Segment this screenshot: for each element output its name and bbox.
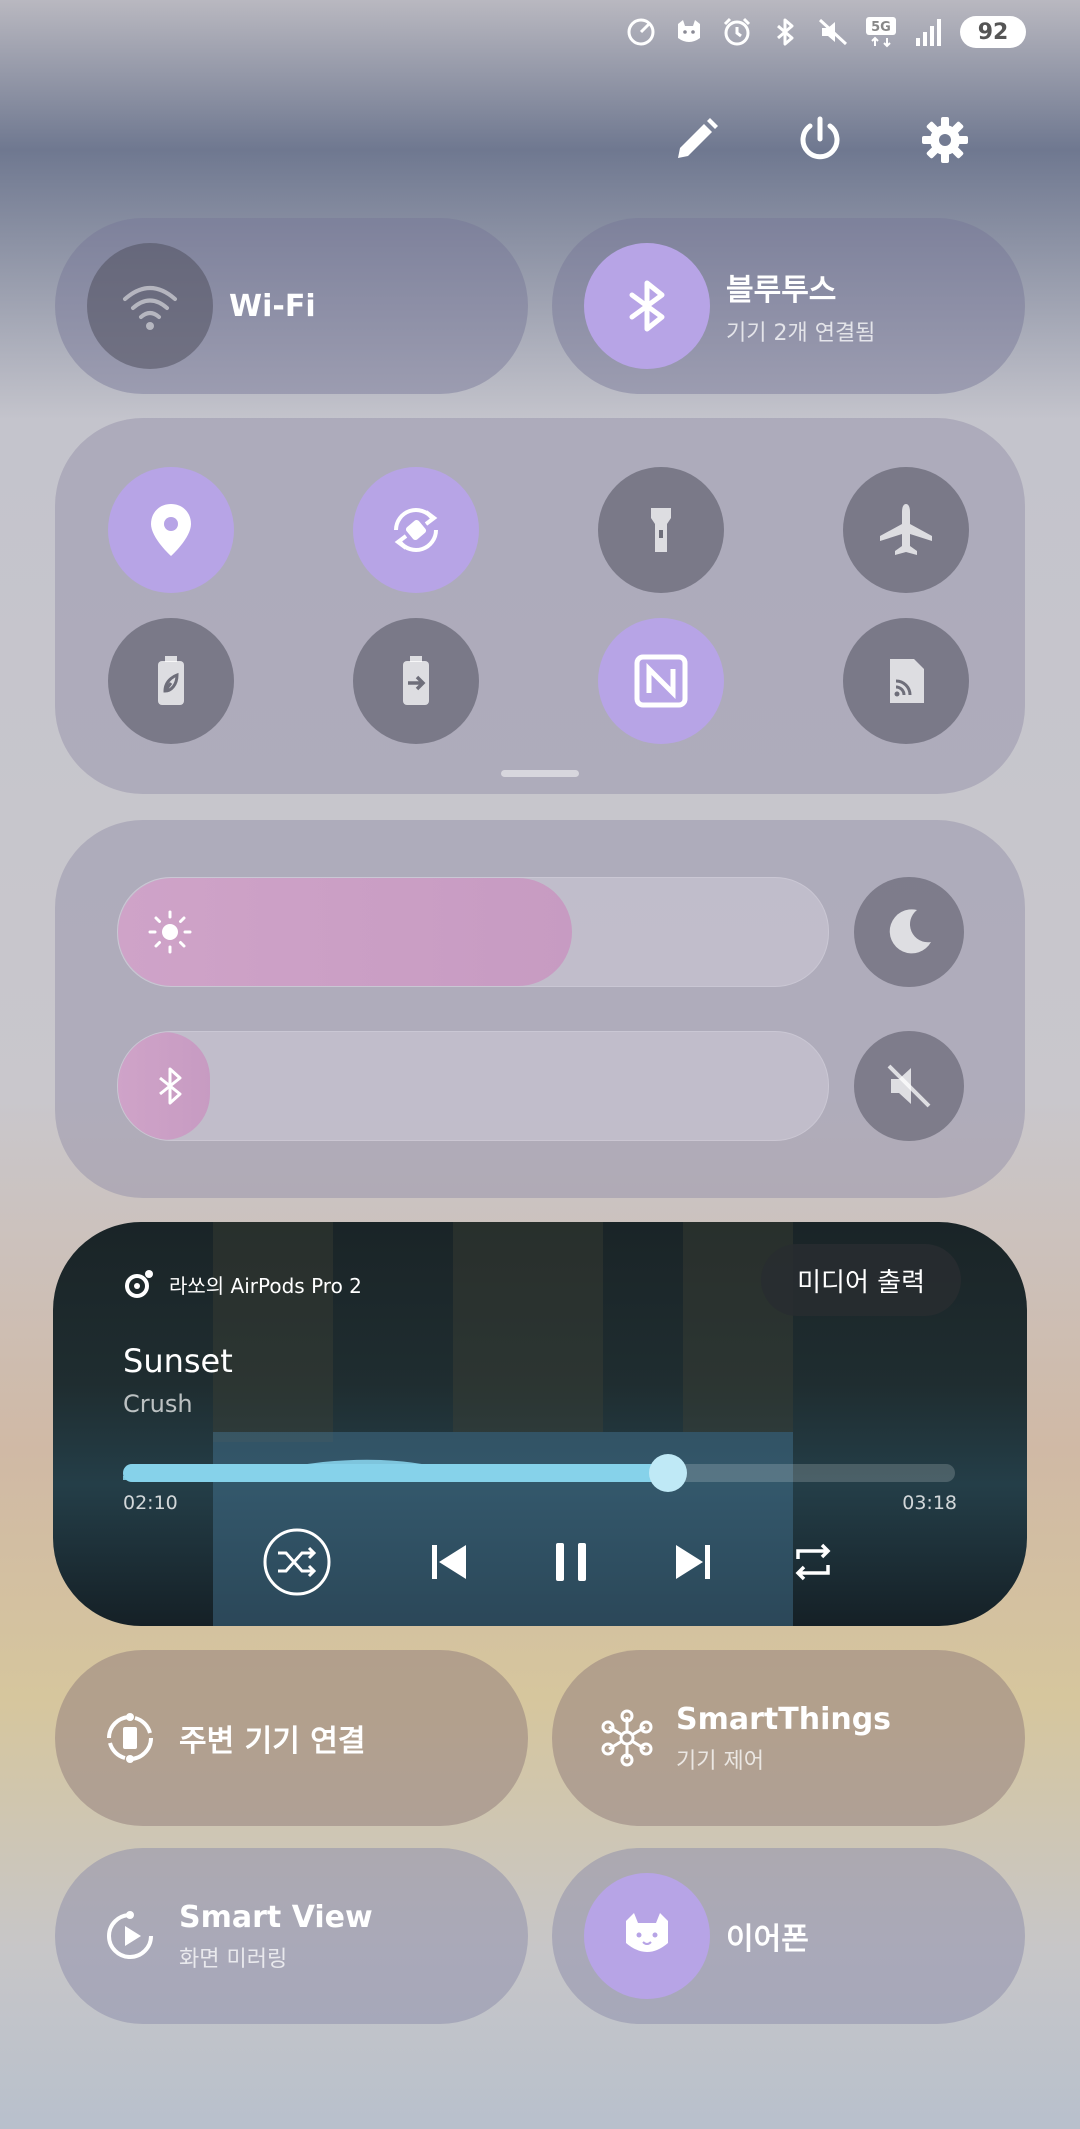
sliders-panel: [55, 820, 1025, 1198]
total-time: 03:18: [902, 1492, 957, 1514]
moon-icon: [889, 909, 931, 954]
power-saving-tile[interactable]: [108, 618, 234, 744]
bluetooth-toggle[interactable]: 블루투스 기기 2개 연결됨: [552, 218, 1025, 394]
song-title: Sunset: [123, 1342, 233, 1380]
smartthings-label: SmartThings: [676, 1701, 892, 1737]
progress-wave: [123, 1459, 668, 1480]
wifi-circle[interactable]: [87, 243, 213, 369]
flashlight-icon: [651, 508, 671, 552]
media-output-button[interactable]: 미디어 출력: [761, 1244, 961, 1316]
sound-mode-button[interactable]: [854, 1031, 964, 1141]
location-pin-icon: [151, 504, 191, 556]
mute-icon: [816, 15, 850, 49]
power-icon[interactable]: [790, 110, 850, 170]
progress-thumb[interactable]: [648, 1454, 687, 1492]
battery-icon: 92: [960, 16, 1026, 48]
smartthings-tile[interactable]: SmartThings 기기 제어: [552, 1650, 1025, 1826]
song-artist: Crush: [123, 1390, 193, 1418]
pause-icon[interactable]: [539, 1530, 603, 1594]
quick-tiles-panel: [55, 418, 1025, 794]
media-device-name: 라쏘의 AirPods Pro 2: [169, 1273, 362, 1298]
nfc-tile[interactable]: [598, 618, 724, 744]
power-share-tile[interactable]: [353, 618, 479, 744]
media-controls: [53, 1527, 1027, 1597]
auto-rotate-tile[interactable]: [353, 467, 479, 593]
earphones-tile[interactable]: 이어폰: [552, 1848, 1025, 2024]
elapsed-time: 02:10: [123, 1492, 178, 1514]
bluetooth-status: 기기 2개 연결됨: [726, 321, 876, 346]
brightness-slider[interactable]: [117, 877, 829, 987]
settings-icon[interactable]: [915, 110, 975, 170]
media-device[interactable]: 라쏘의 AirPods Pro 2: [123, 1268, 362, 1300]
bluetooth-label: 블루투스: [726, 273, 837, 308]
repeat-icon[interactable]: [781, 1530, 845, 1594]
panel-expand-handle[interactable]: [501, 770, 579, 777]
battery-share-icon: [403, 656, 429, 705]
svg-text:5G: 5G: [871, 20, 891, 35]
flashlight-tile[interactable]: [598, 467, 724, 593]
sun-icon: [142, 904, 198, 960]
bluetooth-volume-icon: [142, 1058, 198, 1114]
edit-icon[interactable]: [666, 110, 726, 170]
night-mode-button[interactable]: [854, 877, 964, 987]
top-actions: [0, 110, 1080, 170]
wifi-icon: [123, 286, 177, 330]
cat-app-icon: [672, 15, 706, 49]
media-player: 라쏘의 AirPods Pro 2 미디어 출력 Sunset Crush 02…: [53, 1222, 1027, 1626]
status-bar: 5G 92: [624, 12, 1026, 52]
signal-icon: [912, 15, 946, 49]
progress-bar[interactable]: [123, 1454, 955, 1492]
cat-earphone-icon: [626, 1913, 668, 1952]
cast-tile[interactable]: [843, 618, 969, 744]
smartthings-sub: 기기 제어: [676, 1748, 764, 1774]
earphones-circle[interactable]: [584, 1873, 710, 1999]
nearby-devices-tile[interactable]: 주변 기기 연결: [55, 1650, 528, 1826]
auto-rotate-icon: [394, 508, 438, 552]
airplane-tile[interactable]: [843, 467, 969, 593]
smart-view-sub: 화면 미러링: [179, 1946, 288, 1972]
cast-icon: [890, 659, 924, 703]
wifi-toggle[interactable]: Wi-Fi: [55, 218, 528, 394]
mute-icon: [887, 1064, 931, 1108]
earbuds-icon: [125, 1270, 153, 1298]
smart-view-label: Smart View: [179, 1899, 373, 1935]
nearby-devices-label: 주변 기기 연결: [179, 1724, 366, 1759]
5g-icon: 5G: [864, 15, 898, 49]
battery-leaf-icon: [158, 656, 184, 705]
previous-icon[interactable]: [417, 1530, 481, 1594]
smart-view-icon: [85, 1873, 175, 1999]
airplane-icon: [880, 504, 932, 555]
data-saver-icon: [624, 15, 658, 49]
shuffle-icon[interactable]: [262, 1527, 332, 1597]
nearby-devices-icon: [85, 1675, 175, 1801]
bluetooth-icon: [629, 280, 665, 332]
volume-slider[interactable]: [117, 1031, 829, 1141]
wifi-label: Wi-Fi: [229, 288, 316, 324]
next-icon[interactable]: [661, 1530, 725, 1594]
bluetooth-icon: [768, 15, 802, 49]
nfc-icon: [634, 654, 688, 708]
location-tile[interactable]: [108, 467, 234, 593]
alarm-icon: [720, 15, 754, 49]
smartthings-icon: [582, 1675, 672, 1801]
smart-view-tile[interactable]: Smart View 화면 미러링: [55, 1848, 528, 2024]
earphones-label: 이어폰: [726, 1922, 809, 1957]
bluetooth-circle[interactable]: [584, 243, 710, 369]
